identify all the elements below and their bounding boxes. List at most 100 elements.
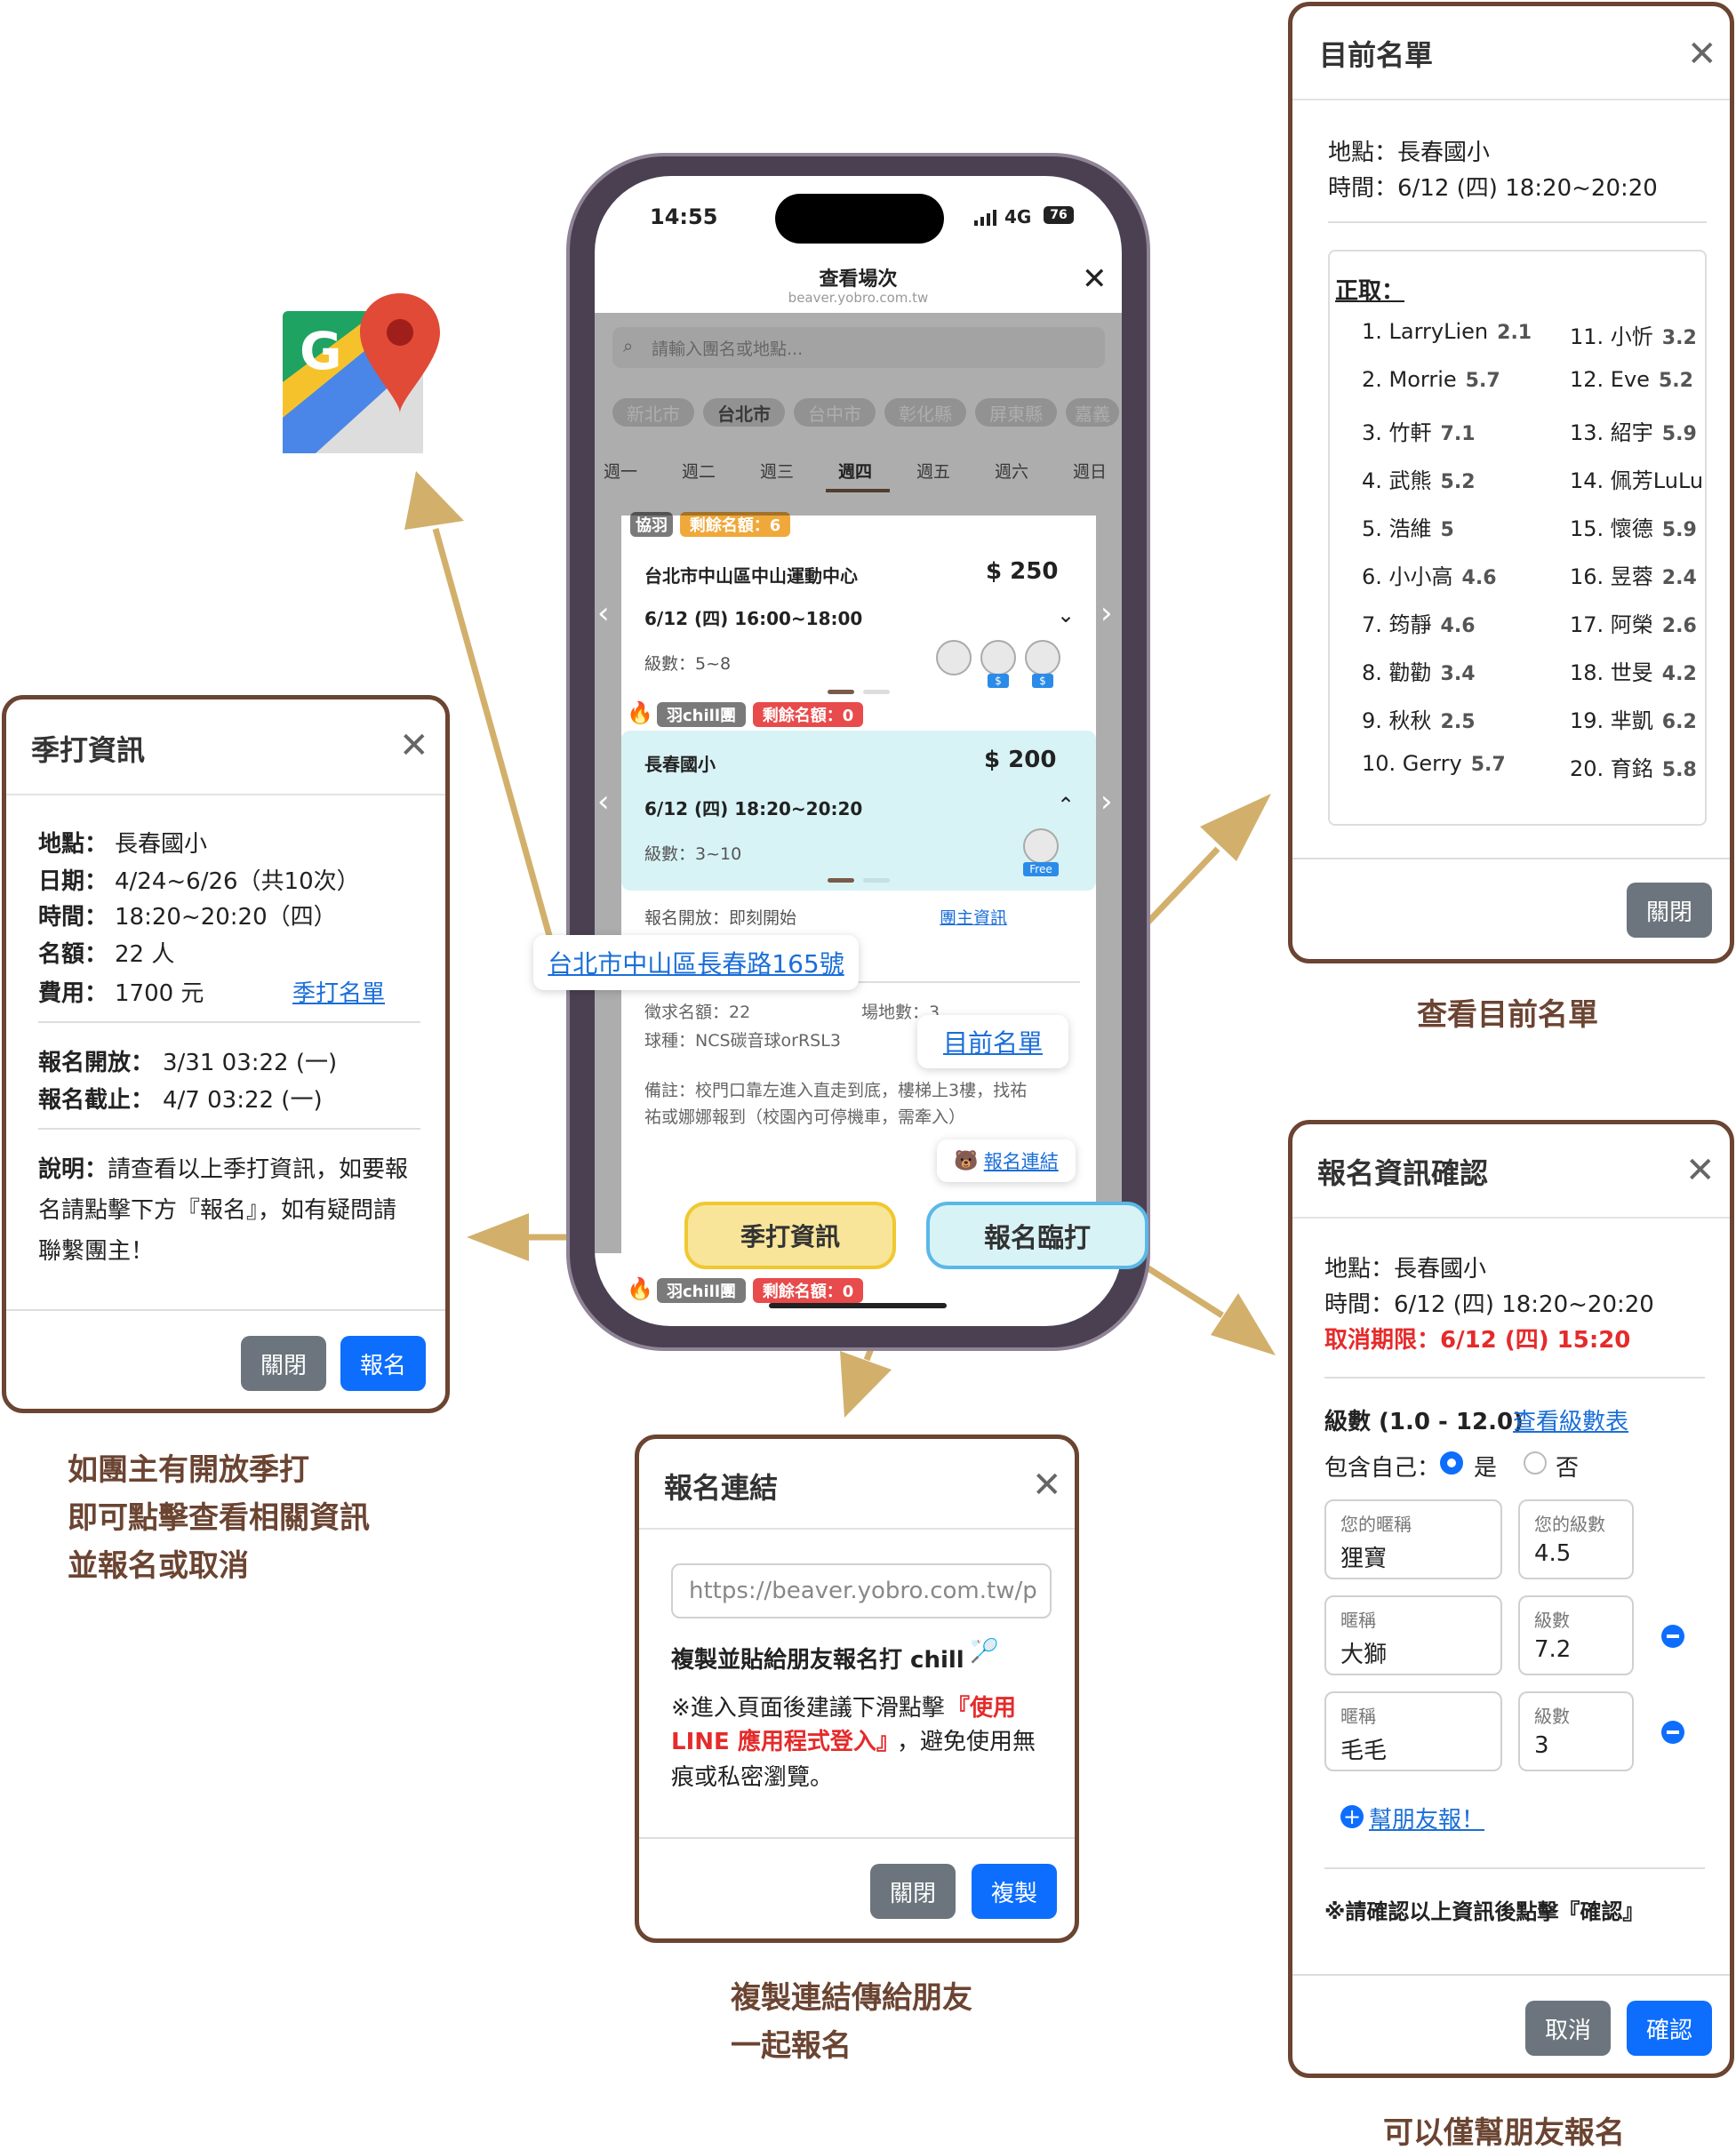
address-link[interactable]: 台北市中山區長春路165號 xyxy=(548,945,844,980)
google-maps-icon: G xyxy=(280,293,444,458)
nickname-field[interactable]: 暱稱 大獅 xyxy=(1324,1595,1502,1675)
roster-level: 5.8 xyxy=(1661,759,1697,781)
current-list-link[interactable]: 目前名單 xyxy=(943,1024,1043,1059)
scooter-icon xyxy=(980,640,1016,675)
chevron-left-icon[interactable]: ‹ xyxy=(597,784,610,819)
roster-entry: 12. Eve 5.2 xyxy=(1570,367,1693,392)
roster-level: 5.7 xyxy=(1465,370,1500,392)
open-label: 報名開放： xyxy=(38,1050,155,1076)
desc-line-1: 請查看以上季打資訊，如要報 xyxy=(108,1156,409,1183)
close-button[interactable]: 關閉 xyxy=(1627,883,1712,938)
level-field[interactable]: 級數 3 xyxy=(1518,1691,1634,1771)
chevron-right-icon[interactable]: › xyxy=(1100,595,1113,631)
season-caption-2: 即可點擊查看相關資訊 xyxy=(68,1500,370,1536)
roster-level: 5.2 xyxy=(1658,370,1693,392)
paid-badge: $ xyxy=(988,674,1009,688)
radio-yes[interactable] xyxy=(1440,1451,1463,1475)
chevron-left-icon[interactable]: ‹ xyxy=(597,595,610,631)
roster-entry: 18. 世旻 4.2 xyxy=(1570,655,1697,686)
season-value-date: 4/24~6/26（共10次） xyxy=(115,868,360,895)
season-value-place: 長春國小 xyxy=(115,831,208,858)
modal-title: 報名連結 xyxy=(664,1471,779,1505)
add-friend-link[interactable]: 幫朋友報！ xyxy=(1369,1802,1484,1834)
confirm-button[interactable]: 確認 xyxy=(1627,2001,1712,2056)
confirm-place: 地點：長春國小 xyxy=(1324,1256,1487,1283)
list-callout[interactable]: 目前名單 xyxy=(917,1015,1068,1068)
modal-divider xyxy=(38,1128,420,1130)
roster-name: 5. 浩維 xyxy=(1362,516,1432,541)
level-table-link[interactable]: 查看級數表 xyxy=(1513,1403,1628,1436)
signup-button[interactable]: 報名 xyxy=(340,1336,426,1391)
remove-icon[interactable] xyxy=(1661,1625,1684,1648)
roster-level: 5 xyxy=(1440,519,1454,541)
nickname-field[interactable]: 暱稱 毛毛 xyxy=(1324,1691,1502,1771)
close-button[interactable]: 關閉 xyxy=(241,1336,326,1391)
fire-icon: 🔥 xyxy=(627,700,653,725)
close-icon[interactable]: ✕ xyxy=(1082,261,1108,297)
close-icon[interactable]: ✕ xyxy=(399,728,429,763)
session-card-1[interactable]: 台北市中山區中山運動中心 $ 250 6/12 (四) 16:00~18:00 … xyxy=(621,540,1096,709)
roster-level: 4.6 xyxy=(1440,615,1476,637)
roster-entry: 3. 竹軒 7.1 xyxy=(1362,415,1476,446)
roster-name: 2. Morrie xyxy=(1362,367,1457,392)
desc-line-3: 聯繫團主！ xyxy=(38,1238,155,1265)
chevron-up-icon[interactable]: ⌃ xyxy=(1057,793,1075,818)
season-info-button[interactable]: 季打資訊 xyxy=(684,1202,896,1269)
chevron-down-icon[interactable]: ⌄ xyxy=(1057,603,1075,627)
note-suffix-2: 痕或私密瀏覽。 xyxy=(671,1764,834,1791)
desc-line-2: 名請點擊下方『報名』，如有疑問請 xyxy=(38,1197,397,1224)
host-info-link[interactable]: 團主資訊 xyxy=(940,905,1007,929)
address-callout[interactable]: 台北市中山區長春路165號 xyxy=(533,935,859,990)
status-time: 14:55 xyxy=(650,204,718,229)
roster-name: 13. 紹宇 xyxy=(1570,420,1653,445)
radio-no[interactable] xyxy=(1524,1451,1547,1475)
signup-link-callout[interactable]: 🐻 報名連結 xyxy=(937,1139,1076,1182)
roster-level: 2.5 xyxy=(1440,711,1476,733)
note-red-2: LINE 應用程式登入』 xyxy=(671,1729,900,1755)
roster-name: 4. 武熊 xyxy=(1362,468,1432,493)
card-level: 級數：5~8 xyxy=(644,654,732,674)
include-self-label: 包含自己： xyxy=(1324,1455,1441,1482)
signup-link-modal: 報名連結 ✕ https://beaver.yobro.com.tw/p 複製並… xyxy=(635,1435,1079,1943)
remove-icon[interactable] xyxy=(1661,1721,1684,1744)
roster-entry: 6. 小小高 4.6 xyxy=(1362,559,1497,590)
radio-no-label: 否 xyxy=(1556,1455,1580,1482)
modal-divider xyxy=(1328,221,1707,223)
nickname-field[interactable]: 您的暱稱 狸寶 xyxy=(1324,1499,1502,1579)
field-value: 大獅 xyxy=(1340,1642,1388,1668)
page-title: 查看場次 xyxy=(819,268,898,291)
close-icon[interactable]: ✕ xyxy=(1687,36,1717,72)
carousel-dot xyxy=(863,878,890,883)
signup-confirm-modal: 報名資訊確認 ✕ 地點：長春國小 時間：6/12 (四) 18:20~20:20… xyxy=(1288,1120,1734,2078)
paid-badge: $ xyxy=(1032,674,1053,688)
session-card-2[interactable]: 長春國小 $ 200 6/12 (四) 18:20~20:20 ⌃ 級數：3~1… xyxy=(621,731,1096,891)
cancel-button[interactable]: 取消 xyxy=(1525,2001,1611,2056)
chevron-right-icon[interactable]: › xyxy=(1100,784,1113,819)
signup-temp-button[interactable]: 報名臨打 xyxy=(926,1202,1148,1269)
level-field[interactable]: 您的級數 4.5 xyxy=(1518,1499,1634,1579)
copy-button[interactable]: 複製 xyxy=(972,1864,1057,1919)
svg-text:G: G xyxy=(300,321,342,381)
close-button[interactable]: 關閉 xyxy=(870,1864,956,1919)
open-value: 3/31 03:22 (一) xyxy=(163,1050,338,1076)
field-value: 毛毛 xyxy=(1340,1738,1388,1764)
close-icon[interactable]: ✕ xyxy=(1685,1153,1716,1188)
carousel-dot-active xyxy=(828,690,854,694)
roster-entry: 20. 育銘 5.8 xyxy=(1570,751,1697,782)
season-list-link[interactable]: 季打名單 xyxy=(292,975,385,1008)
carousel-dot-active xyxy=(828,878,854,883)
roster-level: 3.4 xyxy=(1440,663,1476,685)
signal-icon xyxy=(974,210,999,229)
signup-link[interactable]: 報名連結 xyxy=(984,1147,1059,1174)
modal-footer-divider xyxy=(1292,858,1730,859)
modal-footer-divider xyxy=(639,1837,1075,1839)
add-icon[interactable]: + xyxy=(1340,1805,1364,1828)
url-input[interactable]: https://beaver.yobro.com.tw/p xyxy=(671,1563,1052,1618)
org-tag: 協羽 xyxy=(630,512,673,537)
link-caption-2: 一起報名 xyxy=(731,2028,852,2064)
close-icon[interactable]: ✕ xyxy=(1032,1467,1062,1503)
roster-entry: 14. 佩芳LuLu xyxy=(1570,463,1705,494)
fire-icon: 🔥 xyxy=(627,1276,653,1301)
carousel-dot xyxy=(863,690,890,694)
level-field[interactable]: 級數 7.2 xyxy=(1518,1595,1634,1675)
